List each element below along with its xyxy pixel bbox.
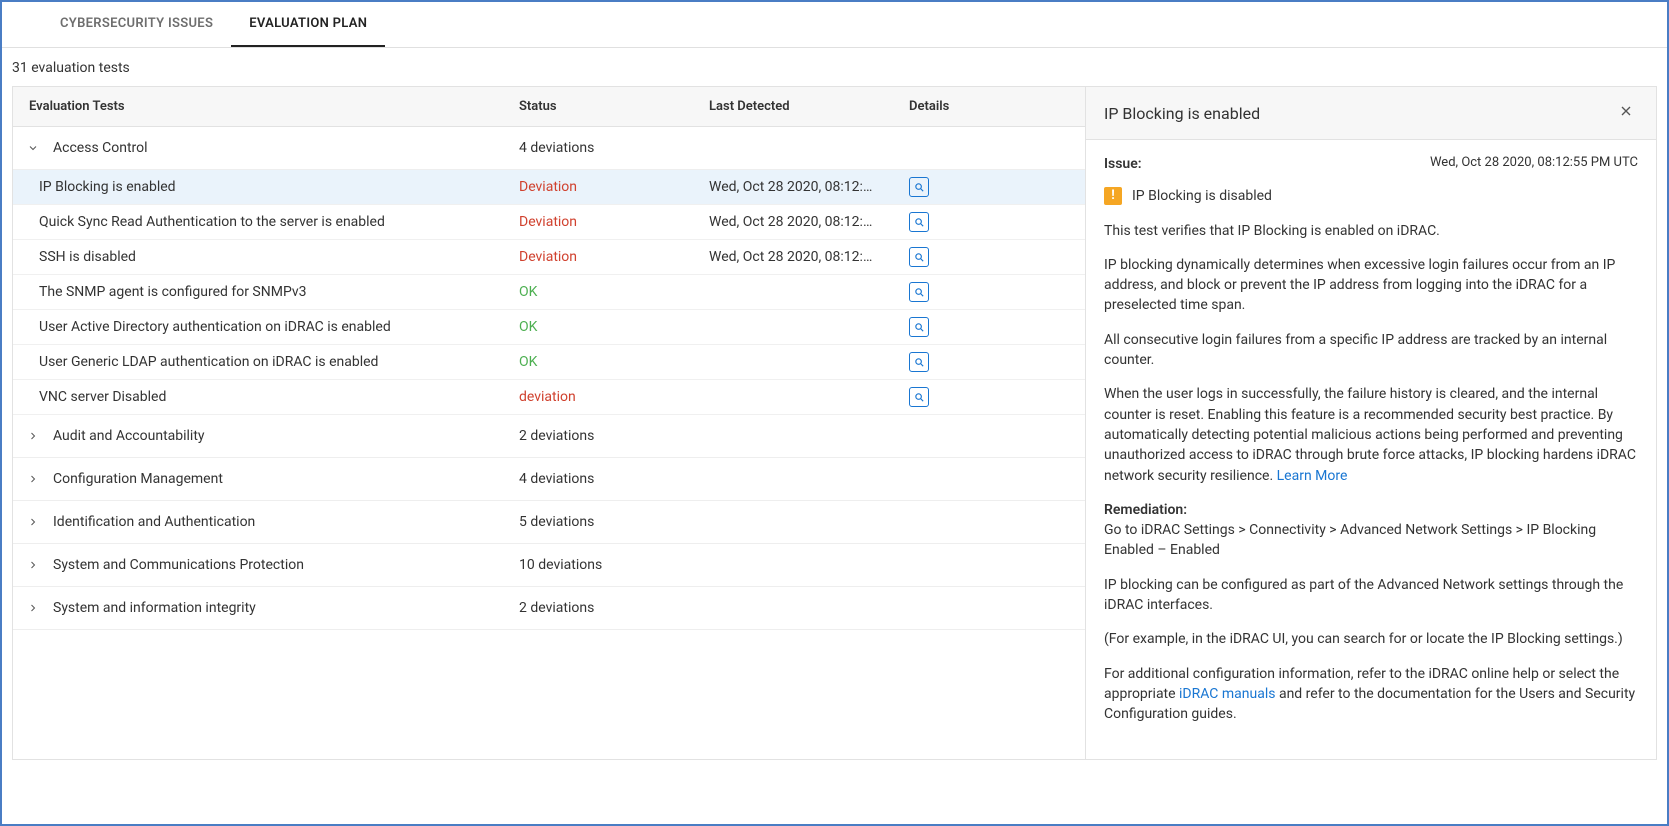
test-status: OK (503, 345, 693, 379)
chevron-right-icon (13, 516, 53, 528)
idrac-manuals-link[interactable]: iDRAC manuals (1179, 686, 1275, 702)
test-details-cell (893, 311, 993, 343)
test-row[interactable]: The SNMP agent is configured for SNMPv3O… (13, 275, 1085, 310)
test-row[interactable]: SSH is disabledDeviationWed, Oct 28 2020… (13, 240, 1085, 275)
view-details-button[interactable] (909, 387, 929, 407)
test-row[interactable]: VNC server Disableddeviation (13, 380, 1085, 415)
close-button[interactable] (1614, 99, 1638, 127)
test-details-cell (893, 276, 993, 308)
group-name: System and Communications Protection (53, 544, 503, 586)
test-last-detected (693, 353, 893, 371)
tab-cybersecurity-issues[interactable]: CYBERSECURITY ISSUES (42, 2, 231, 47)
test-row[interactable]: Quick Sync Read Authentication to the se… (13, 205, 1085, 240)
test-name: Quick Sync Read Authentication to the se… (13, 205, 503, 239)
tab-evaluation-plan[interactable]: EVALUATION PLAN (231, 2, 385, 47)
test-last-detected: Wed, Oct 28 2020, 08:12:55 PM ... (693, 170, 893, 204)
test-last-detected: Wed, Oct 28 2020, 08:12:55 PM ... (693, 205, 893, 239)
group-row[interactable]: Configuration Management4 deviations (13, 458, 1085, 501)
col-header-last-detected[interactable]: Last Detected (693, 87, 893, 126)
detail-panel: IP Blocking is enabled Issue: Wed, Oct 2… (1086, 86, 1657, 760)
group-row[interactable]: Identification and Authentication5 devia… (13, 501, 1085, 544)
col-header-tests[interactable]: Evaluation Tests (13, 87, 503, 126)
group-status-summary: 2 deviations (503, 587, 693, 629)
test-last-detected: Wed, Oct 28 2020, 08:12:55 PM ... (693, 240, 893, 274)
group-name: Audit and Accountability (53, 415, 503, 457)
test-last-detected (693, 318, 893, 336)
evaluation-count: 31 evaluation tests (2, 48, 1667, 86)
test-status: OK (503, 310, 693, 344)
test-details-cell (893, 206, 993, 238)
chevron-down-icon (13, 142, 53, 154)
test-name: The SNMP agent is configured for SNMPv3 (13, 275, 503, 309)
test-status: Deviation (503, 170, 693, 204)
group-row[interactable]: System and Communications Protection10 d… (13, 544, 1085, 587)
detail-title: IP Blocking is enabled (1104, 104, 1260, 123)
tabs-bar: CYBERSECURITY ISSUES EVALUATION PLAN (2, 2, 1667, 48)
test-status: OK (503, 275, 693, 309)
view-details-button[interactable] (909, 212, 929, 232)
remediation-path: Go to iDRAC Settings > Connectivity > Ad… (1104, 522, 1596, 558)
group-name: Identification and Authentication (53, 501, 503, 543)
detail-paragraph: IP blocking dynamically determines when … (1104, 255, 1638, 316)
test-last-detected (693, 283, 893, 301)
issue-label: Issue: (1104, 154, 1142, 174)
test-name: SSH is disabled (13, 240, 503, 274)
detail-paragraph: (For example, in the iDRAC UI, you can s… (1104, 629, 1638, 649)
test-details-cell (893, 171, 993, 203)
test-row[interactable]: IP Blocking is enabledDeviationWed, Oct … (13, 170, 1085, 205)
test-details-cell (893, 346, 993, 378)
evaluation-table: Evaluation Tests Status Last Detected De… (12, 86, 1086, 760)
group-row[interactable]: Access Control4 deviations (13, 127, 1085, 170)
view-details-button[interactable] (909, 282, 929, 302)
col-header-details[interactable]: Details (893, 87, 993, 126)
remediation-label: Remediation: (1104, 502, 1187, 518)
chevron-right-icon (13, 430, 53, 442)
test-name: User Generic LDAP authentication on iDRA… (13, 345, 503, 379)
test-status: deviation (503, 380, 693, 414)
group-row[interactable]: System and information integrity2 deviat… (13, 587, 1085, 630)
detail-paragraph: For additional configuration information… (1104, 664, 1638, 725)
detail-paragraph: This test verifies that IP Blocking is e… (1104, 221, 1638, 241)
learn-more-link[interactable]: Learn More (1277, 468, 1348, 484)
detail-paragraph: When the user logs in successfully, the … (1104, 384, 1638, 485)
group-name: System and information integrity (53, 587, 503, 629)
chevron-right-icon (13, 473, 53, 485)
test-name: IP Blocking is enabled (13, 170, 503, 204)
test-row[interactable]: User Active Directory authentication on … (13, 310, 1085, 345)
test-details-cell (893, 381, 993, 413)
test-status: Deviation (503, 240, 693, 274)
group-name: Configuration Management (53, 458, 503, 500)
group-row[interactable]: Audit and Accountability2 deviations (13, 415, 1085, 458)
view-details-button[interactable] (909, 317, 929, 337)
group-status-summary: 5 deviations (503, 501, 693, 543)
issue-summary: IP Blocking is disabled (1132, 186, 1272, 206)
table-header: Evaluation Tests Status Last Detected De… (13, 87, 1085, 127)
test-details-cell (893, 241, 993, 273)
view-details-button[interactable] (909, 247, 929, 267)
test-name: VNC server Disabled (13, 380, 503, 414)
test-name: User Active Directory authentication on … (13, 310, 503, 344)
chevron-right-icon (13, 602, 53, 614)
group-name: Access Control (53, 127, 503, 169)
warning-icon: ! (1104, 187, 1122, 205)
group-status-summary: 4 deviations (503, 458, 693, 500)
test-status: Deviation (503, 205, 693, 239)
col-header-status[interactable]: Status (503, 87, 693, 126)
test-last-detected (693, 388, 893, 406)
issue-timestamp: Wed, Oct 28 2020, 08:12:55 PM UTC (1430, 154, 1638, 174)
test-row[interactable]: User Generic LDAP authentication on iDRA… (13, 345, 1085, 380)
view-details-button[interactable] (909, 177, 929, 197)
chevron-right-icon (13, 559, 53, 571)
view-details-button[interactable] (909, 352, 929, 372)
close-icon (1618, 103, 1634, 119)
group-status-summary: 10 deviations (503, 544, 693, 586)
detail-paragraph: All consecutive login failures from a sp… (1104, 330, 1638, 371)
remediation-block: Remediation: Go to iDRAC Settings > Conn… (1104, 500, 1638, 561)
group-status-summary: 4 deviations (503, 127, 693, 169)
detail-paragraph: IP blocking can be configured as part of… (1104, 575, 1638, 616)
group-status-summary: 2 deviations (503, 415, 693, 457)
